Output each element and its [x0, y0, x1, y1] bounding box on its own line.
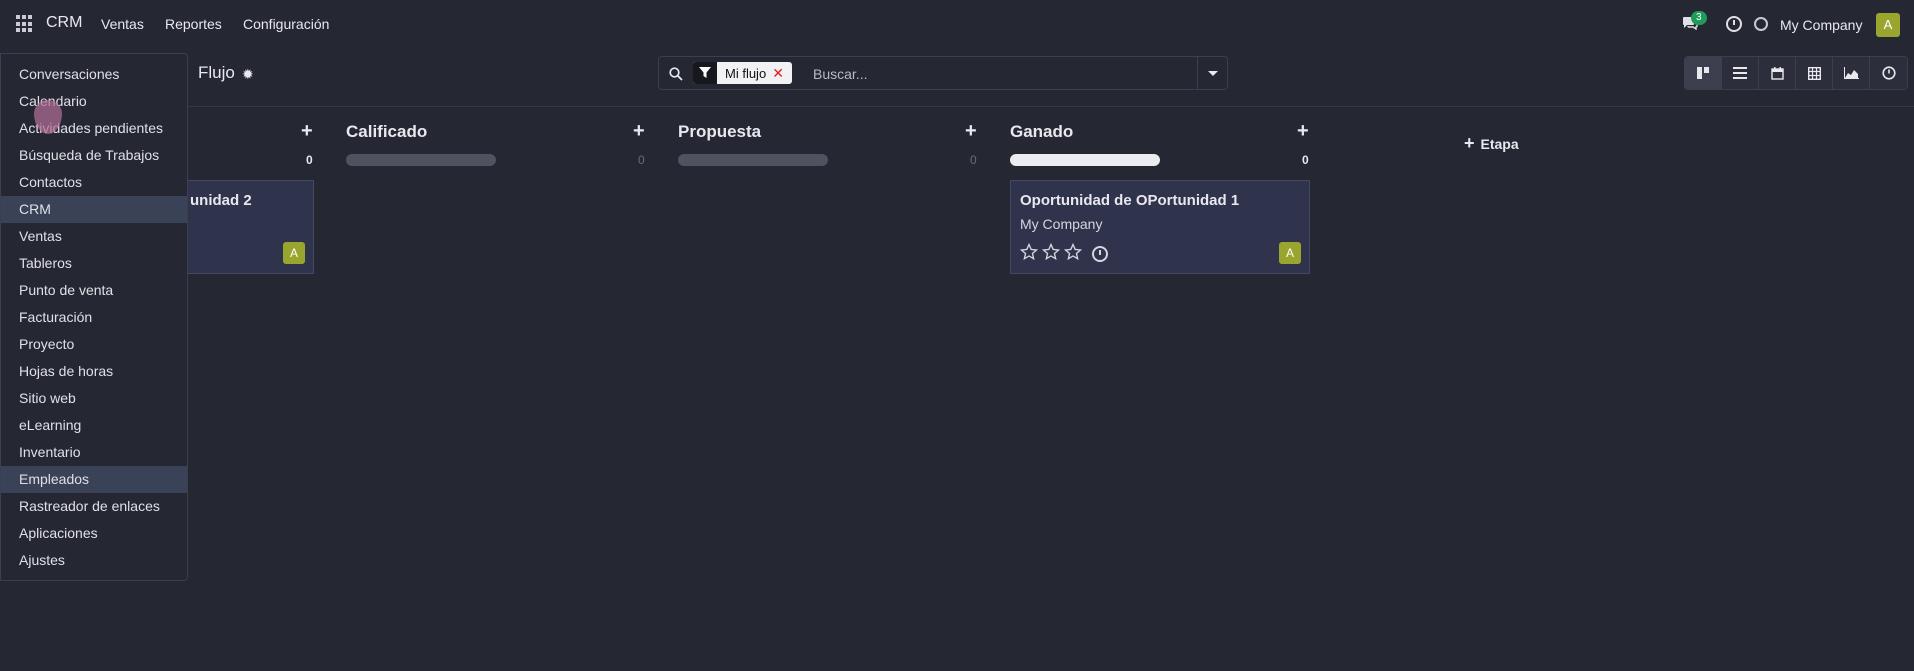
activity-clock-icon[interactable] — [1092, 246, 1108, 262]
pivot-table-icon — [1807, 66, 1821, 80]
kanban-view-button[interactable] — [1685, 57, 1722, 89]
apps-item-busqueda-trabajos[interactable]: Búsqueda de Trabajos — [1, 142, 187, 169]
column-1-quick-create[interactable]: + — [301, 120, 313, 143]
apps-item-calendario[interactable]: Calendario — [1, 88, 187, 115]
add-stage-button[interactable]: + Etapa — [1464, 133, 1519, 154]
apps-dropdown-menu: Conversaciones Calendario Actividades pe… — [0, 53, 188, 581]
card-title: Oportunidad de OPortunidad 1 — [1020, 192, 1240, 209]
kanban-card[interactable]: Oportunidad de OPortunidad 1 My Company … — [1010, 180, 1310, 274]
card-company: My Company — [1020, 216, 1103, 232]
apps-item-ajustes[interactable]: Ajustes — [1, 547, 187, 574]
priority-stars — [1020, 243, 1082, 261]
pivot-view-button[interactable] — [1796, 57, 1833, 89]
apps-item-crm[interactable]: CRM — [1, 196, 187, 223]
user-avatar[interactable]: A — [1876, 13, 1900, 37]
star-icon[interactable] — [1064, 243, 1082, 261]
calendar-view-button[interactable] — [1759, 57, 1796, 89]
card-avatar[interactable]: A — [1279, 242, 1301, 264]
menu-configuracion[interactable]: Configuración — [243, 16, 329, 32]
apps-item-ventas[interactable]: Ventas — [1, 223, 187, 250]
area-chart-icon — [1843, 67, 1859, 79]
menu-reportes[interactable]: Reportes — [165, 16, 222, 32]
apps-item-punto-venta[interactable]: Punto de venta — [1, 277, 187, 304]
add-stage-label: Etapa — [1480, 136, 1519, 152]
search-bar: Mi flujo ✕ — [658, 56, 1228, 90]
clock-icon — [1881, 66, 1896, 80]
apps-item-aplicaciones[interactable]: Aplicaciones — [1, 520, 187, 547]
search-facet: Mi flujo ✕ — [693, 62, 792, 84]
apps-grid-icon[interactable] — [16, 15, 34, 33]
search-options-toggle[interactable] — [1197, 57, 1227, 89]
page-title: Flujo — [198, 63, 235, 82]
apps-item-empleados[interactable]: Empleados — [1, 466, 187, 493]
card-title: unidad 2 — [190, 192, 252, 209]
star-icon[interactable] — [1042, 243, 1060, 261]
search-icon[interactable] — [669, 67, 683, 81]
apps-item-elearning[interactable]: eLearning — [1, 412, 187, 439]
card-avatar[interactable]: A — [283, 242, 305, 264]
facet-label: Mi flujo — [725, 65, 767, 81]
apps-item-hojas-horas[interactable]: Hojas de horas — [1, 358, 187, 385]
top-navbar: CRM Ventas Reportes Configuración 3 My C… — [0, 0, 1914, 48]
column-4-quick-create[interactable]: + — [1297, 120, 1309, 143]
column-3-quick-create[interactable]: + — [965, 120, 977, 143]
apps-item-proyecto[interactable]: Proyecto — [1, 331, 187, 358]
column-2-quick-create[interactable]: + — [633, 120, 645, 143]
view-switcher — [1684, 56, 1908, 90]
facet-remove-icon[interactable]: ✕ — [772, 65, 792, 82]
apps-item-rastreador[interactable]: Rastreador de enlaces — [1, 493, 187, 520]
debug-icon[interactable] — [1754, 17, 1768, 31]
apps-item-facturacion[interactable]: Facturación — [1, 304, 187, 331]
gear-icon[interactable]: ✹ — [242, 66, 254, 83]
kanban-icon — [1697, 67, 1709, 79]
list-view-button[interactable] — [1722, 57, 1759, 89]
app-brand[interactable]: CRM — [46, 14, 82, 32]
calendar-icon — [1770, 66, 1784, 80]
graph-view-button[interactable] — [1833, 57, 1870, 89]
control-panel-divider — [0, 106, 1914, 107]
kanban-card[interactable]: unidad 2 A — [180, 180, 314, 274]
column-4-progress — [1010, 154, 1160, 166]
star-icon[interactable] — [1020, 243, 1038, 261]
column-2-progress — [346, 154, 496, 166]
filter-icon — [693, 62, 717, 84]
column-3-title[interactable]: Propuesta — [678, 122, 761, 142]
list-icon — [1733, 67, 1747, 79]
apps-item-conversaciones[interactable]: Conversaciones — [1, 61, 187, 88]
apps-item-contactos[interactable]: Contactos — [1, 169, 187, 196]
column-4-title[interactable]: Ganado — [1010, 122, 1073, 142]
column-2-count: 0 — [638, 153, 645, 167]
column-3-count: 0 — [970, 153, 977, 167]
column-2-title[interactable]: Calificado — [346, 122, 427, 142]
company-switcher[interactable]: My Company — [1780, 17, 1862, 33]
column-1-count: 0 — [306, 153, 313, 167]
column-3-progress — [678, 154, 828, 166]
menu-ventas[interactable]: Ventas — [101, 16, 144, 32]
apps-item-actividades[interactable]: Actividades pendientes — [1, 115, 187, 142]
chat-badge: 3 — [1691, 11, 1707, 25]
apps-item-inventario[interactable]: Inventario — [1, 439, 187, 466]
apps-item-sitio-web[interactable]: Sitio web — [1, 385, 187, 412]
activity-clock-icon[interactable] — [1726, 16, 1742, 32]
search-input[interactable] — [813, 64, 1113, 84]
activity-view-button[interactable] — [1870, 57, 1907, 89]
apps-item-tableros[interactable]: Tableros — [1, 250, 187, 277]
column-4-count: 0 — [1302, 153, 1309, 167]
